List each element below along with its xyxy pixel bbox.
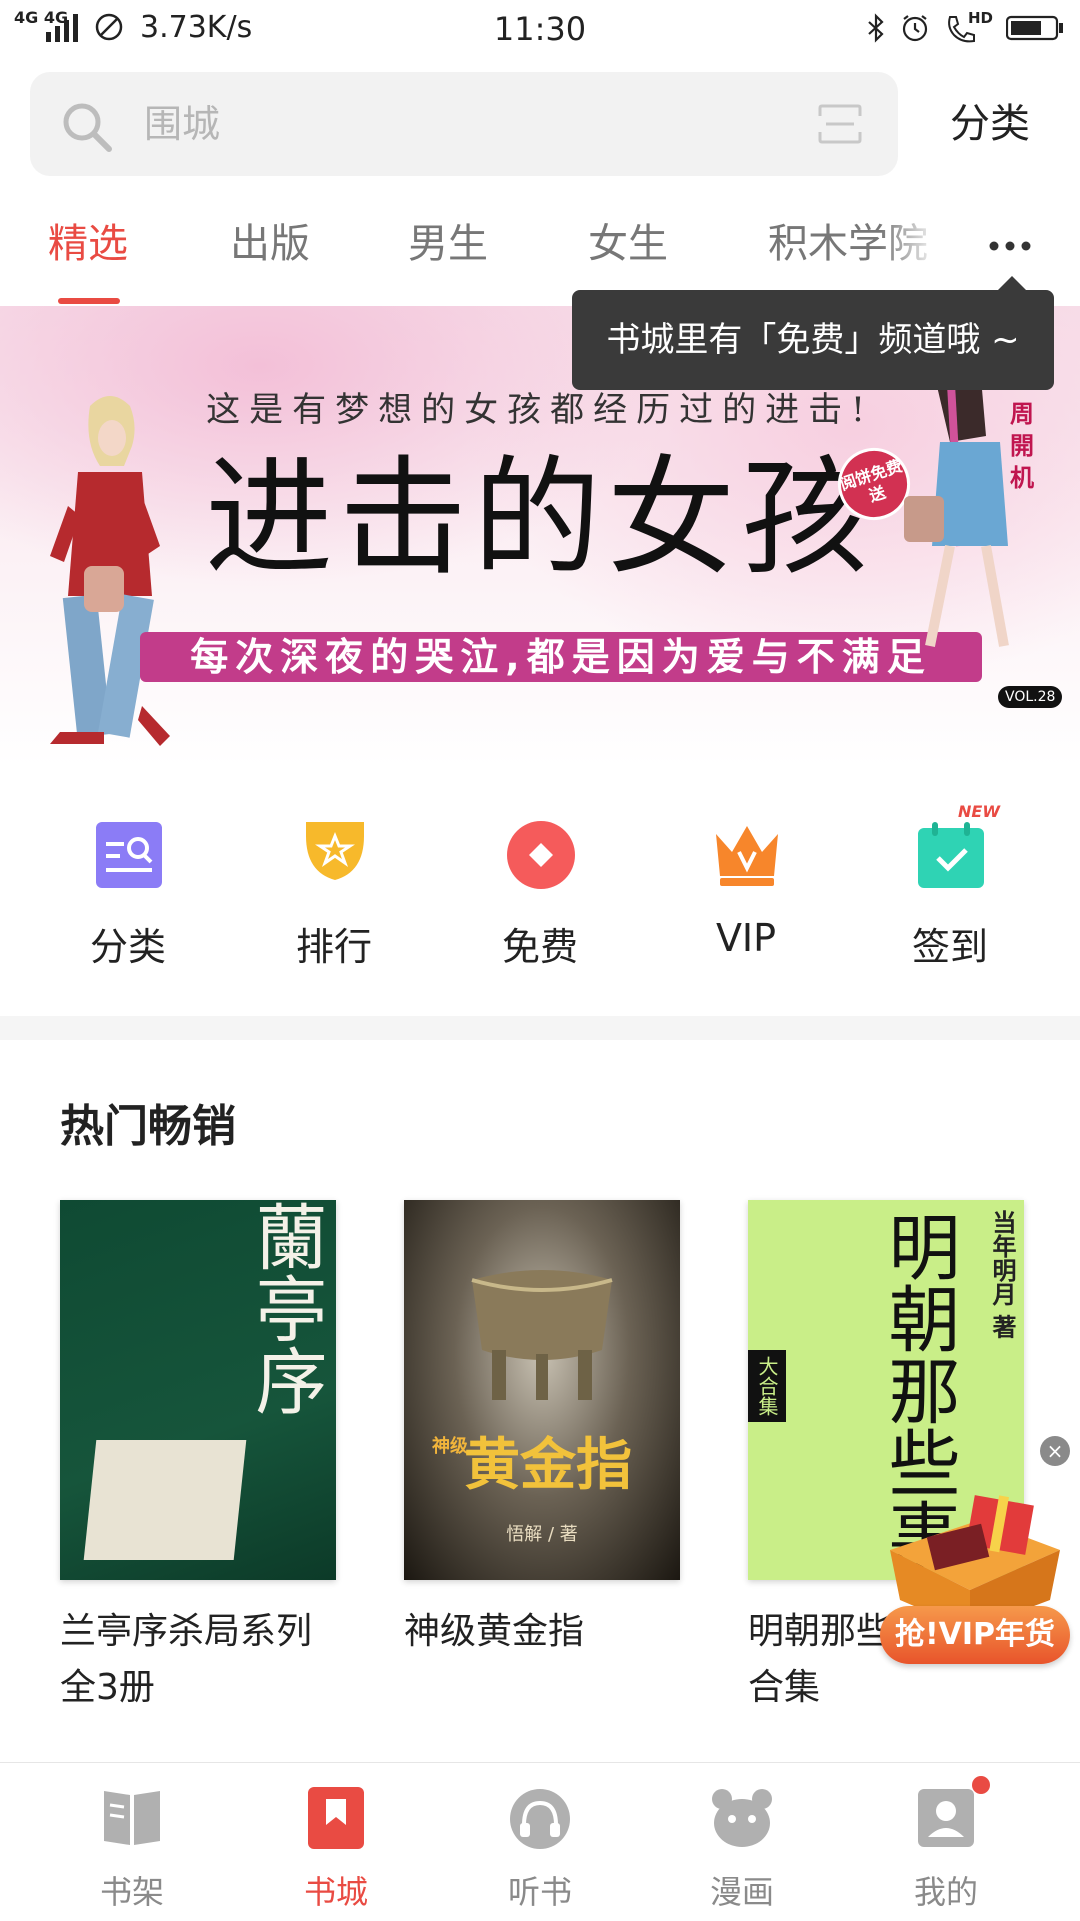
hd-call-indicator: HD [944,9,994,45]
calendar-check-icon [918,822,984,888]
tab-male[interactable]: 男生 [408,216,488,272]
banner-tagline: 每次深夜的哭泣,都是因为爱与不满足 [140,632,982,682]
profile-icon [918,1789,974,1847]
tab-publishing[interactable]: 出版 [230,216,310,272]
bookmark-icon [308,1787,364,1849]
tab-female[interactable]: 女生 [588,216,668,272]
cover-title: 蘭亭序 [243,1200,327,1416]
category-link[interactable]: 分类 [950,96,1030,152]
bookshelf-icon [104,1791,160,1845]
tab-featured[interactable]: 精选 [48,216,128,272]
vip-promo-button[interactable]: 抢!VIP年货 [880,1606,1070,1664]
search-icon [63,103,112,152]
book-cover[interactable]: 神级 黄金指 悟解 / 著 [404,1200,680,1580]
cauldron-illustration [471,1270,613,1400]
quick-free[interactable]: 免费 [460,790,620,990]
new-badge: NEW [958,802,1000,821]
status-bar: 4G 4G 3.73K/s 11:30 HD [0,0,1080,58]
search-placeholder: 围城 [144,102,221,146]
notification-dot [972,1776,990,1794]
nav-label: 听书 [507,1873,572,1911]
status-right-icons: HD [866,9,1064,46]
section-divider [0,1016,1080,1040]
headphones-icon [510,1789,570,1849]
trophy-icon [306,822,364,880]
book-title: 神级黄金指 [404,1611,585,1652]
banner-side-text: 周開机 [1010,400,1034,492]
cover-author: 悟解 / 著 [506,1524,578,1545]
nav-label: 书架 [99,1873,164,1911]
cover-subtitle: 神级 [432,1436,468,1457]
cover-badge: 大合集 [748,1350,786,1422]
quick-ranking[interactable]: 排行 [254,790,414,990]
quick-label: 签到 [911,925,988,969]
search-bar[interactable]: 围城 [30,72,898,176]
nav-label: 漫画 [709,1873,774,1911]
diamond-icon [507,821,575,889]
quick-vip[interactable]: VIP [666,790,826,990]
hot-section-title: 热门畅销 [60,1101,236,1152]
quick-label: 分类 [89,925,166,969]
tabs-fade [880,206,940,294]
free-channel-tooltip[interactable]: 书城里有「免费」频道哦 ~ [572,290,1054,390]
quick-label: 免费 [501,925,578,969]
quick-label: VIP [715,916,777,960]
scan-icon[interactable] [818,104,862,144]
quick-category[interactable]: 分类 [48,790,208,990]
nav-label: 书城 [303,1873,368,1911]
quick-label: 排行 [295,925,372,969]
nav-profile[interactable]: 我的 [866,1763,1026,1921]
category-search-icon [96,822,162,888]
battery-icon [1006,15,1063,41]
book-title: 兰亭序杀局系列 全3册 [60,1611,313,1708]
alarm-icon [902,15,928,42]
nav-comics[interactable]: 漫画 [662,1763,822,1921]
cover-author: 当年明月 著 [988,1210,1016,1339]
bottom-nav: 书架 书城 听书 漫画 我的 [0,1762,1080,1921]
hd-label: HD [968,9,994,27]
nav-bookshelf[interactable]: 书架 [52,1763,212,1921]
book-set-illustration [83,1440,247,1560]
book-cover[interactable]: 蘭亭序 [60,1200,336,1580]
quick-links: 分类 排行 免费 VIP 签到 [0,790,1080,1000]
girl-illustration-right [904,350,1009,647]
bluetooth-icon [868,13,884,43]
issue-number: VOL.28 [998,686,1063,708]
nav-label: 我的 [913,1873,978,1911]
nav-audiobooks[interactable]: 听书 [460,1763,620,1921]
crown-icon [716,826,778,886]
nav-bookstore[interactable]: 书城 [256,1763,416,1921]
cover-title: 黄金指 [464,1432,632,1498]
promo-close-button[interactable]: × [1040,1436,1070,1466]
more-icon[interactable] [980,226,1040,266]
active-tab-indicator [58,298,120,304]
bear-icon [712,1789,772,1847]
tooltip-arrow [998,276,1026,290]
quick-checkin[interactable]: 签到 [870,790,1030,990]
